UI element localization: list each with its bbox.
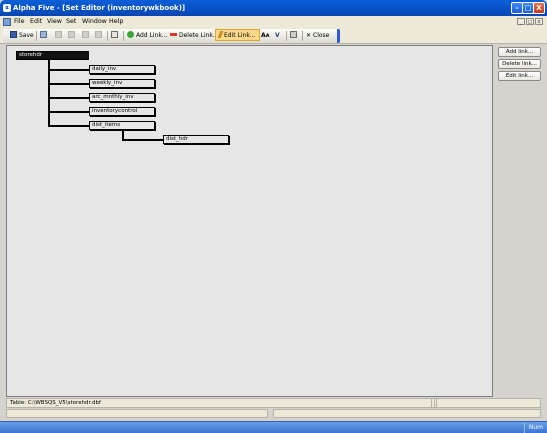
menu-window[interactable]: Window	[82, 16, 107, 28]
edit-link-button[interactable]: Edit Link...	[215, 29, 260, 41]
grandchild-table-node[interactable]: dist_hdr	[163, 135, 229, 144]
mdi-restore-button[interactable]: ◻	[526, 18, 534, 25]
link-line	[48, 125, 89, 127]
close-button[interactable]: ✕ Close	[306, 30, 329, 41]
window-title: Alpha Five - [Set Editor (inventorywkboo…	[13, 4, 186, 12]
link-line	[48, 111, 89, 113]
link-line	[48, 83, 89, 85]
close-icon: ✕	[306, 32, 312, 39]
delete-link-side-button[interactable]: Delete link...	[498, 59, 541, 69]
edit-link-side-button[interactable]: Edit link...	[498, 71, 541, 81]
delete-link-button[interactable]: Delete Link...	[170, 30, 219, 41]
toolbar-separator	[36, 31, 37, 41]
mdi-minimize-button[interactable]: _	[517, 18, 525, 25]
properties-button[interactable]	[111, 30, 120, 41]
v-button[interactable]: V	[275, 30, 280, 41]
print-icon	[40, 31, 47, 38]
parent-table-node[interactable]: storehdr	[16, 51, 89, 60]
table-path-status: Table: C:\WBSQS_V5\storehdr.dbf	[6, 398, 493, 408]
app-icon: α	[3, 4, 11, 12]
add-link-button[interactable]: Add Link...	[127, 30, 168, 41]
close-window-button[interactable]: X	[533, 2, 545, 14]
set-diagram-canvas[interactable]: storehdr daily_inv weekly_inv arc_mnthly…	[6, 45, 493, 397]
toolbar-separator	[302, 31, 303, 41]
menu-file[interactable]: File	[14, 16, 25, 28]
num-lock-indicator: Num	[523, 423, 543, 433]
properties-icon	[111, 31, 118, 38]
message-field	[6, 409, 268, 418]
toolbar: Save Add Link... Delete Link... Edit Lin…	[0, 28, 547, 44]
menu-bar: File Edit View Set Window Help _ ◻ x	[0, 16, 547, 28]
delete-icon	[170, 33, 177, 36]
status-pane	[431, 398, 435, 408]
pencil-icon	[217, 31, 224, 38]
child-table-node[interactable]: arc_mnthly_inv	[89, 93, 155, 102]
toolbar-separator	[107, 31, 108, 41]
undo-icon	[95, 31, 102, 38]
layout-icon	[290, 31, 297, 38]
status-pane	[436, 398, 541, 408]
add-icon	[127, 31, 134, 38]
layout-button[interactable]	[290, 30, 299, 41]
document-icon[interactable]	[3, 18, 11, 26]
paste-icon	[82, 31, 89, 38]
link-line	[48, 69, 89, 71]
link-line	[48, 97, 89, 99]
title-bar: α Alpha Five - [Set Editor (inventorywkb…	[0, 0, 547, 16]
child-table-node[interactable]: dist_items	[89, 121, 155, 130]
child-table-node[interactable]: weekly_inv	[89, 79, 155, 88]
copy-button[interactable]	[68, 30, 77, 41]
child-table-node[interactable]: inventorycontrol	[89, 107, 155, 116]
font-button[interactable]: Aᴀ	[261, 30, 270, 41]
undo-button[interactable]	[95, 30, 104, 41]
paste-button[interactable]	[82, 30, 91, 41]
menu-view[interactable]: View	[47, 16, 62, 28]
toolbar-separator	[123, 31, 124, 41]
print-preview-button[interactable]	[40, 30, 49, 41]
message-field	[273, 409, 541, 418]
save-icon	[10, 31, 17, 38]
toolbar-separator	[286, 31, 287, 41]
cut-icon	[55, 31, 62, 38]
save-button[interactable]: Save	[10, 30, 34, 41]
mdi-close-button[interactable]: x	[535, 18, 543, 25]
cut-button[interactable]	[55, 30, 64, 41]
status-bar: Num	[0, 421, 547, 433]
link-line	[122, 139, 163, 141]
child-table-node[interactable]: daily_inv	[89, 65, 155, 74]
menu-help[interactable]: Help	[109, 16, 123, 28]
add-link-side-button[interactable]: Add link...	[498, 47, 541, 57]
menu-edit[interactable]: Edit	[30, 16, 42, 28]
menu-set[interactable]: Set	[66, 16, 76, 28]
copy-icon	[68, 31, 75, 38]
